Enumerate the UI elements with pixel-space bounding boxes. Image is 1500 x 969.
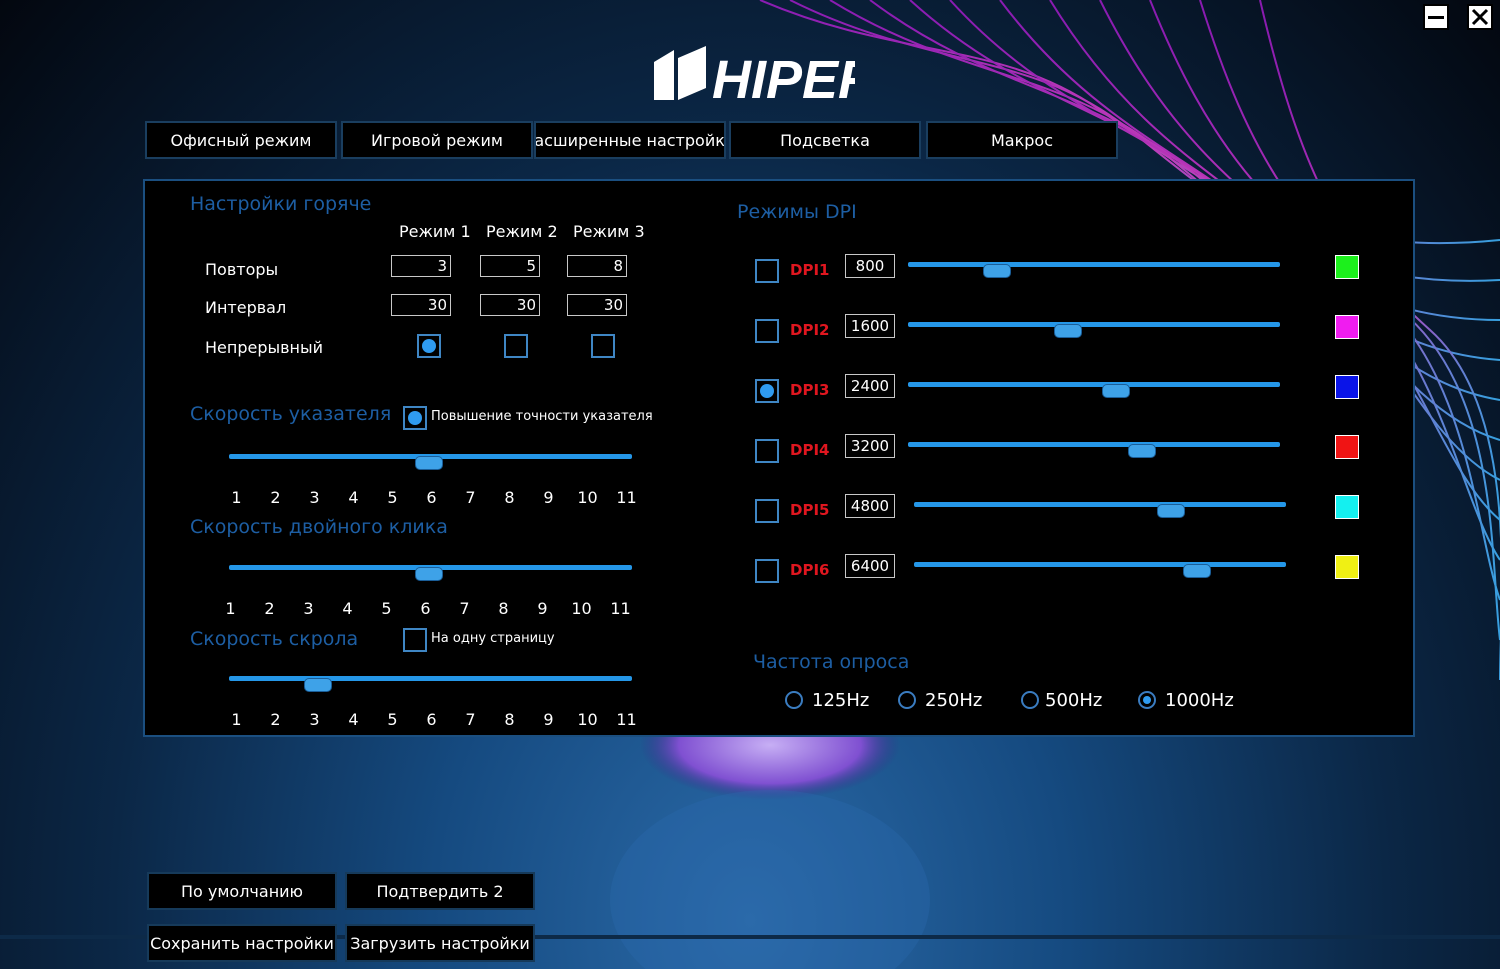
- load-settings-button[interactable]: Загрузить настройки: [345, 924, 535, 962]
- scroll-speed-thumb[interactable]: [304, 678, 332, 692]
- mode-3-header: Режим 3: [573, 222, 645, 241]
- dpi2-slider-thumb[interactable]: [1054, 324, 1082, 338]
- dpi1-slider[interactable]: [908, 262, 1280, 267]
- dpi-title: Режимы DPI: [737, 201, 857, 223]
- pointer-speed-title: Скорость указателя: [190, 403, 392, 425]
- dpi4-value-input[interactable]: 3200: [845, 434, 895, 458]
- minimize-icon: [1428, 16, 1444, 19]
- continuous-mode-3-checkbox[interactable]: [591, 334, 615, 358]
- dpi2-label: DPI2: [790, 321, 830, 339]
- dpi1-slider-thumb[interactable]: [983, 264, 1011, 278]
- tab-game-mode[interactable]: Игровой режим: [341, 121, 533, 159]
- tab-macro[interactable]: Макрос: [926, 121, 1118, 159]
- dpi5-label: DPI5: [790, 501, 830, 519]
- hotkeys-title: Настройки горяче: [190, 193, 372, 215]
- dpi3-color-swatch[interactable]: [1335, 375, 1359, 399]
- mode-2-header: Режим 2: [486, 222, 558, 241]
- dpi3-checkbox[interactable]: [755, 379, 779, 403]
- double-click-title: Скорость двойного клика: [190, 516, 448, 538]
- tab-advanced-settings[interactable]: Расширенные настройки: [534, 121, 726, 159]
- settings-panel: Настройки горяче Режим 1 Режим 2 Режим 3…: [143, 179, 1415, 737]
- dpi5-slider[interactable]: [914, 502, 1286, 507]
- dpi1-value-input[interactable]: 800: [845, 254, 895, 278]
- dpi6-checkbox[interactable]: [755, 559, 779, 583]
- dpi2-value-input[interactable]: 1600: [845, 314, 895, 338]
- repeat-label: Повторы: [205, 260, 279, 279]
- polling-500-label: 500Hz: [1045, 690, 1103, 711]
- polling-125-radio[interactable]: [785, 691, 803, 709]
- polling-250-label: 250Hz: [925, 690, 983, 711]
- pointer-precision-label: Повышение точности указателя: [431, 409, 653, 424]
- interval-mode-3-input[interactable]: 30: [567, 294, 627, 316]
- interval-mode-2-input[interactable]: 30: [480, 294, 540, 316]
- dpi5-slider-thumb[interactable]: [1157, 504, 1185, 518]
- minimize-button[interactable]: [1423, 4, 1449, 30]
- dpi5-value-input[interactable]: 4800: [845, 494, 895, 518]
- dpi6-slider[interactable]: [914, 562, 1286, 567]
- continuous-label: Непрерывный: [205, 338, 324, 357]
- polling-title: Частота опроса: [753, 651, 910, 673]
- confirm-button[interactable]: Подтвердить 2: [345, 872, 535, 910]
- double-click-ticks: 1 2 3 4 5 6 7 8 9 10 11: [225, 599, 631, 618]
- dpi3-label: DPI3: [790, 381, 830, 399]
- dpi4-checkbox[interactable]: [755, 439, 779, 463]
- dpi4-label: DPI4: [790, 441, 830, 459]
- scroll-speed-slider[interactable]: [229, 676, 632, 681]
- dpi3-value-input[interactable]: 2400: [845, 374, 895, 398]
- tab-backlight[interactable]: Подсветка: [729, 121, 921, 159]
- dpi6-value-input[interactable]: 6400: [845, 554, 895, 578]
- logo-text: HIPER: [712, 50, 855, 106]
- pointer-precision-checkbox[interactable]: [403, 406, 427, 430]
- pointer-speed-thumb[interactable]: [415, 456, 443, 470]
- interval-mode-1-input[interactable]: 30: [391, 294, 451, 316]
- repeat-mode-2-input[interactable]: 5: [480, 255, 540, 277]
- one-page-label: На одну страницу: [431, 631, 555, 646]
- dpi4-slider-thumb[interactable]: [1128, 444, 1156, 458]
- continuous-mode-1-checkbox[interactable]: [417, 334, 441, 358]
- dpi5-checkbox[interactable]: [755, 499, 779, 523]
- save-settings-button[interactable]: Сохранить настройки: [147, 924, 337, 962]
- default-button[interactable]: По умолчанию: [147, 872, 337, 910]
- dpi6-color-swatch[interactable]: [1335, 555, 1359, 579]
- dpi4-color-swatch[interactable]: [1335, 435, 1359, 459]
- polling-1000-radio[interactable]: [1138, 691, 1156, 709]
- polling-1000-label: 1000Hz: [1165, 690, 1234, 711]
- polling-500-radio[interactable]: [1021, 691, 1039, 709]
- close-button[interactable]: [1467, 4, 1493, 30]
- repeat-mode-3-input[interactable]: 8: [567, 255, 627, 277]
- mode-1-header: Режим 1: [399, 222, 471, 241]
- hiper-logo: HIPER: [654, 46, 855, 106]
- dpi1-label: DPI1: [790, 261, 830, 279]
- one-page-checkbox[interactable]: [403, 628, 427, 652]
- dpi1-color-swatch[interactable]: [1335, 255, 1359, 279]
- continuous-mode-2-checkbox[interactable]: [504, 334, 528, 358]
- dpi4-slider[interactable]: [908, 442, 1280, 447]
- dpi2-checkbox[interactable]: [755, 319, 779, 343]
- scroll-speed-ticks: 1 2 3 4 5 6 7 8 9 10 11: [231, 710, 637, 729]
- repeat-mode-1-input[interactable]: 3: [391, 255, 451, 277]
- interval-label: Интервал: [205, 298, 287, 317]
- double-click-thumb[interactable]: [415, 567, 443, 581]
- pointer-speed-ticks: 1 2 3 4 5 6 7 8 9 10 11: [231, 488, 637, 507]
- dpi1-checkbox[interactable]: [755, 259, 779, 283]
- dpi2-color-swatch[interactable]: [1335, 315, 1359, 339]
- tab-office-mode[interactable]: Офисный режим: [145, 121, 337, 159]
- dpi6-label: DPI6: [790, 561, 830, 579]
- polling-250-radio[interactable]: [898, 691, 916, 709]
- dpi3-slider[interactable]: [908, 382, 1280, 387]
- close-icon: [1471, 8, 1489, 26]
- scroll-speed-title: Скорость скрола: [190, 628, 359, 650]
- dpi6-slider-thumb[interactable]: [1183, 564, 1211, 578]
- dpi2-slider[interactable]: [908, 322, 1280, 327]
- dpi5-color-swatch[interactable]: [1335, 495, 1359, 519]
- polling-125-label: 125Hz: [812, 690, 870, 711]
- dpi3-slider-thumb[interactable]: [1102, 384, 1130, 398]
